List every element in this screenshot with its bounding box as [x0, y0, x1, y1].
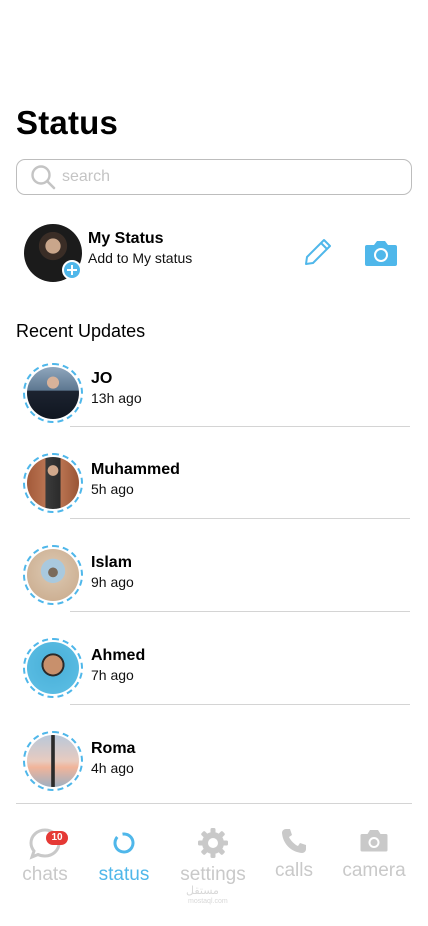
avatar [27, 642, 79, 694]
page-title: Status [16, 104, 119, 141]
my-status-row[interactable]: My Status Add to My status [24, 224, 404, 284]
status-time: 13h ago [91, 390, 142, 406]
search-input[interactable] [62, 168, 382, 186]
status-time: 5h ago [91, 481, 134, 497]
watermark: مستقل [186, 885, 219, 897]
contact-name: Muhammed [91, 461, 180, 478]
avatar [27, 549, 79, 601]
phone-icon [282, 829, 306, 853]
recent-updates-title: Recent Updates [16, 321, 146, 341]
divider [70, 518, 410, 519]
status-time: 7h ago [91, 667, 134, 683]
status-time: 9h ago [91, 574, 134, 590]
tab-calls-label: calls [274, 860, 313, 881]
status-row[interactable]: Islam 9h ago [0, 545, 428, 635]
status-time: 4h ago [91, 760, 134, 776]
tab-camera[interactable]: camera [334, 826, 414, 882]
camera-tab-icon [360, 830, 388, 852]
watermark-sub: mostaql.com [188, 898, 228, 905]
status-row[interactable]: Muhammed 5h ago [0, 453, 428, 543]
status-ring[interactable] [23, 453, 83, 513]
status-icon [113, 832, 135, 854]
tab-settings[interactable]: settings [170, 826, 256, 886]
unread-badge: 10 [46, 831, 68, 845]
my-status-subtitle: Add to My status [88, 250, 193, 266]
contact-name: Ahmed [91, 647, 146, 664]
camera-icon[interactable] [364, 239, 398, 267]
tab-status-label: status [98, 864, 150, 885]
divider [70, 704, 410, 705]
my-status-name: My Status [88, 230, 164, 247]
status-ring[interactable] [23, 731, 83, 791]
tab-status[interactable]: status [90, 826, 158, 886]
tab-camera-label: camera [342, 860, 406, 881]
avatar [27, 367, 79, 419]
tab-settings-label: settings [180, 864, 246, 885]
tab-chats-label: chats [22, 864, 68, 885]
status-row[interactable]: JO 13h ago [0, 362, 428, 452]
status-ring[interactable] [23, 638, 83, 698]
status-ring[interactable] [23, 545, 83, 605]
add-icon [67, 265, 77, 275]
divider [70, 611, 410, 612]
tab-calls[interactable]: calls [268, 826, 320, 882]
search-icon [31, 165, 56, 190]
pencil-icon[interactable] [302, 236, 334, 268]
tab-chats[interactable]: 10 chats [14, 826, 76, 886]
settings-icon [198, 828, 228, 858]
avatar [27, 735, 79, 787]
add-status-badge[interactable] [62, 260, 82, 280]
search-bar[interactable] [16, 159, 412, 195]
contact-name: Islam [91, 554, 132, 571]
contact-name: JO [91, 370, 113, 387]
tabbar-divider [16, 803, 412, 804]
avatar [27, 457, 79, 509]
status-row[interactable]: Ahmed 7h ago [0, 638, 428, 728]
divider [70, 426, 410, 427]
status-ring[interactable] [23, 363, 83, 423]
contact-name: Roma [91, 740, 136, 757]
status-row[interactable]: Roma 4h ago [0, 731, 428, 821]
